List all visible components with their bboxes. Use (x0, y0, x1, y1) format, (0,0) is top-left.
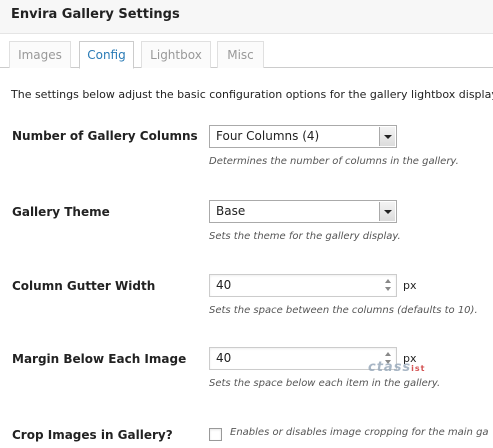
crop-checkbox[interactable] (209, 428, 222, 441)
crop-description: Enables or disables image cropping for t… (230, 427, 489, 438)
gutter-unit: px (403, 279, 417, 292)
columns-description: Determines the number of columns in the … (209, 156, 459, 167)
tab-images[interactable]: Images (9, 41, 71, 68)
columns-select-value: Four Columns (4) (216, 129, 320, 143)
panel-title: Envira Gallery Settings (11, 7, 180, 22)
theme-label: Gallery Theme (12, 205, 110, 219)
panel-header: Envira Gallery Settings (0, 0, 493, 34)
spinner-up-icon[interactable] (385, 352, 391, 356)
tab-misc[interactable]: Misc (217, 41, 264, 68)
watermark-logo: ctassist (368, 360, 426, 375)
spinner-up-icon[interactable] (385, 279, 391, 283)
chevron-down-icon[interactable] (379, 202, 395, 221)
spinner-down-icon[interactable] (385, 287, 391, 291)
gutter-input[interactable]: 40 (209, 274, 397, 297)
margin-label: Margin Below Each Image (12, 352, 187, 366)
tab-config[interactable]: Config (79, 41, 134, 69)
columns-label: Number of Gallery Columns (12, 129, 198, 143)
watermark-suffix: ist (411, 364, 426, 373)
columns-select[interactable]: Four Columns (4) (209, 125, 397, 148)
crop-label: Crop Images in Gallery? (12, 428, 173, 442)
tab-lightbox[interactable]: Lightbox (141, 41, 211, 68)
theme-select-value: Base (216, 204, 246, 218)
watermark-text: ctass (368, 360, 412, 375)
chevron-down-icon[interactable] (379, 127, 395, 146)
theme-select[interactable]: Base (209, 200, 397, 223)
theme-description: Sets the theme for the gallery display. (209, 231, 401, 242)
number-spinner[interactable] (382, 277, 394, 294)
gutter-input-value: 40 (216, 278, 232, 292)
margin-input-value: 40 (216, 351, 232, 365)
margin-description: Sets the space below each item in the ga… (209, 378, 441, 389)
settings-tabs: Images Config Lightbox Misc (0, 34, 493, 69)
gutter-description: Sets the space between the columns (defa… (209, 305, 478, 316)
intro-text: The settings below adjust the basic conf… (11, 88, 493, 101)
gutter-label: Column Gutter Width (12, 279, 156, 293)
